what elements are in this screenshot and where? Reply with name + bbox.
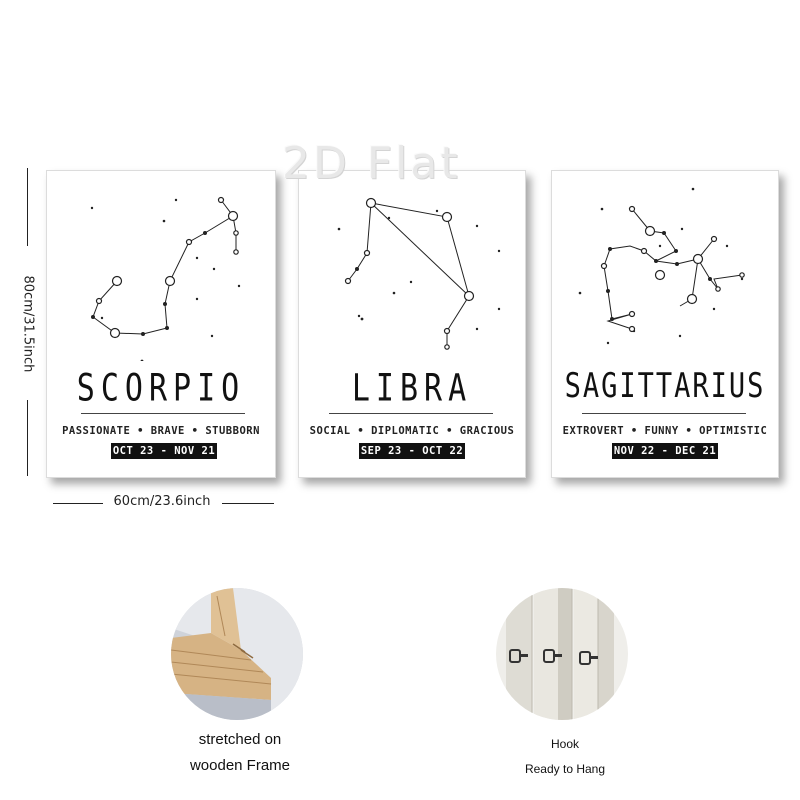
width-dimension-label: 60cm/23.6inch bbox=[113, 494, 211, 509]
date-range-badge: NOV 22 - DEC 21 bbox=[612, 443, 718, 459]
date-range-badge: SEP 23 - OCT 22 bbox=[359, 443, 465, 459]
traits-text: PASSIONATE • BRAVE • STUBBORN bbox=[62, 425, 260, 437]
sagittarius-constellation bbox=[578, 187, 745, 345]
wooden-frame-photo bbox=[171, 588, 303, 720]
divider-rule bbox=[81, 413, 245, 414]
width-dimension-line-left bbox=[53, 503, 103, 504]
libra-constellation bbox=[337, 197, 501, 350]
sign-name: SCORPIO bbox=[76, 366, 246, 411]
ready-to-hang-caption: Ready to Hang bbox=[524, 762, 606, 776]
poster-sagittarius: SAGITTARIUS EXTROVERT • FUNNY • OPTIMIST… bbox=[551, 170, 779, 478]
date-range-badge: OCT 23 - NOV 21 bbox=[111, 443, 217, 459]
hook-caption: Hook bbox=[550, 737, 579, 751]
wooden-frame-caption-line1: stretched on bbox=[198, 731, 282, 748]
height-dimension-line-bottom bbox=[27, 400, 28, 476]
divider-rule bbox=[329, 413, 493, 414]
height-dimension-line-top bbox=[27, 168, 28, 246]
poster-scorpio: SCORPIO PASSIONATE • BRAVE • STUBBORN OC… bbox=[46, 170, 276, 478]
traits-text: EXTROVERT • FUNNY • OPTIMISTIC bbox=[562, 425, 768, 437]
wooden-frame-caption-line2: wooden Frame bbox=[189, 757, 291, 774]
height-dimension-label: 80cm/31.5inch bbox=[20, 275, 36, 373]
traits-text: SOCIAL • DIPLOMATIC • GRACIOUS bbox=[309, 425, 515, 437]
scorpio-constellation bbox=[90, 196, 241, 361]
sign-name: LIBRA bbox=[351, 366, 473, 411]
poster-libra: LIBRA SOCIAL • DIPLOMATIC • GRACIOUS SEP… bbox=[298, 170, 526, 478]
divider-rule bbox=[582, 413, 746, 414]
width-dimension-line-right bbox=[222, 503, 274, 504]
hook-photo bbox=[496, 588, 628, 720]
sign-name: SAGITTARIUS bbox=[564, 367, 766, 406]
